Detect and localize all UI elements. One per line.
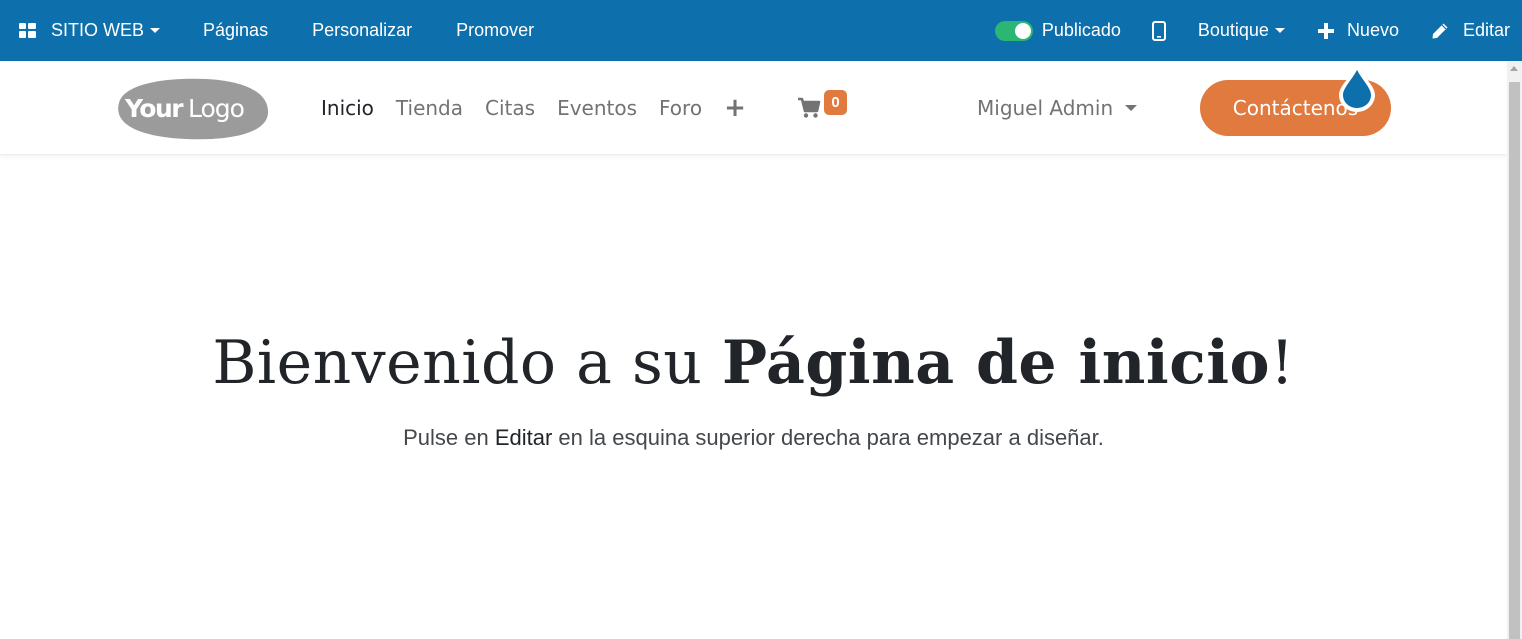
grid-icon: [19, 23, 36, 38]
mobile-preview-button[interactable]: [1151, 0, 1166, 61]
website-switcher[interactable]: Boutique: [1198, 0, 1285, 61]
main-menu: Inicio Tienda Citas Eventos Foro +: [321, 61, 746, 155]
site-header: Your Logo Inicio Tienda Citas Eventos Fo…: [0, 61, 1507, 155]
mobile-phone-icon: [1151, 20, 1166, 41]
pencil-icon: [1432, 23, 1448, 38]
edit-button[interactable]: Editar: [1431, 0, 1510, 61]
scrollbar-thumb[interactable]: [1509, 82, 1520, 639]
user-name: Miguel Admin: [977, 96, 1114, 120]
new-label: Nuevo: [1346, 20, 1399, 40]
apps-menu-button[interactable]: SITIO WEB: [19, 0, 161, 61]
water-drop-icon: [1339, 65, 1375, 112]
published-label: Publicado: [1041, 20, 1121, 40]
site-logo[interactable]: Your Logo: [111, 75, 269, 141]
edit-label: Editar: [1462, 20, 1510, 40]
admin-bar-right: Publicado Boutique Nuevo Editar: [994, 0, 1510, 61]
toggle-switch-icon: [994, 20, 1033, 41]
shopping-cart-icon[interactable]: [797, 97, 821, 119]
hero-sub-edit: Editar: [494, 425, 553, 450]
website-switch-label: Boutique: [1197, 20, 1269, 40]
menu-item-shop[interactable]: Tienda: [396, 96, 463, 120]
chevron-down-icon: [1125, 105, 1138, 111]
logo-text-bold: Your: [124, 94, 184, 123]
cart-count-badge: 0: [824, 90, 847, 115]
pages-label: Páginas: [203, 20, 269, 40]
admin-bar-left: SITIO WEB Páginas Personalizar Promover: [0, 0, 534, 61]
admin-bar: SITIO WEB Páginas Personalizar Promover …: [0, 0, 1522, 61]
scroll-up-arrow-icon[interactable]: [1510, 66, 1518, 71]
hero-title-end: !: [1270, 328, 1295, 398]
customize-menu[interactable]: Personalizar: [312, 0, 412, 61]
hero-sub-part1: Pulse en: [403, 425, 495, 450]
menu-item-forum[interactable]: Foro: [659, 96, 702, 120]
chevron-down-icon: [1274, 28, 1285, 33]
user-menu[interactable]: Miguel Admin: [977, 61, 1138, 155]
logo-text-light: Logo: [188, 94, 244, 123]
pages-menu[interactable]: Páginas: [203, 0, 268, 61]
chevron-down-icon: [150, 28, 161, 33]
plus-icon: [1317, 22, 1334, 39]
promote-label: Promover: [456, 20, 535, 40]
menu-item-home[interactable]: Inicio: [321, 96, 374, 120]
hero-subtitle: Pulse en Editar en la esquina superior d…: [0, 425, 1507, 451]
menu-item-events[interactable]: Eventos: [557, 96, 637, 120]
publish-toggle[interactable]: Publicado: [994, 0, 1121, 61]
customize-label: Personalizar: [312, 20, 413, 40]
hero-title-part1: Bienvenido a su: [212, 328, 722, 398]
hero-sub-part2: en la esquina superior derecha para empe…: [552, 425, 1104, 450]
new-content-button[interactable]: Nuevo: [1317, 0, 1399, 61]
hero-title-bold: Página de inicio: [721, 328, 1271, 398]
menu-item-appointments[interactable]: Citas: [485, 96, 535, 120]
add-menu-item-button[interactable]: +: [724, 93, 746, 123]
apps-menu-label: SITIO WEB: [51, 20, 145, 40]
promote-menu[interactable]: Promover: [456, 0, 534, 61]
hero-title: Bienvenido a su Página de inicio!: [0, 328, 1507, 398]
